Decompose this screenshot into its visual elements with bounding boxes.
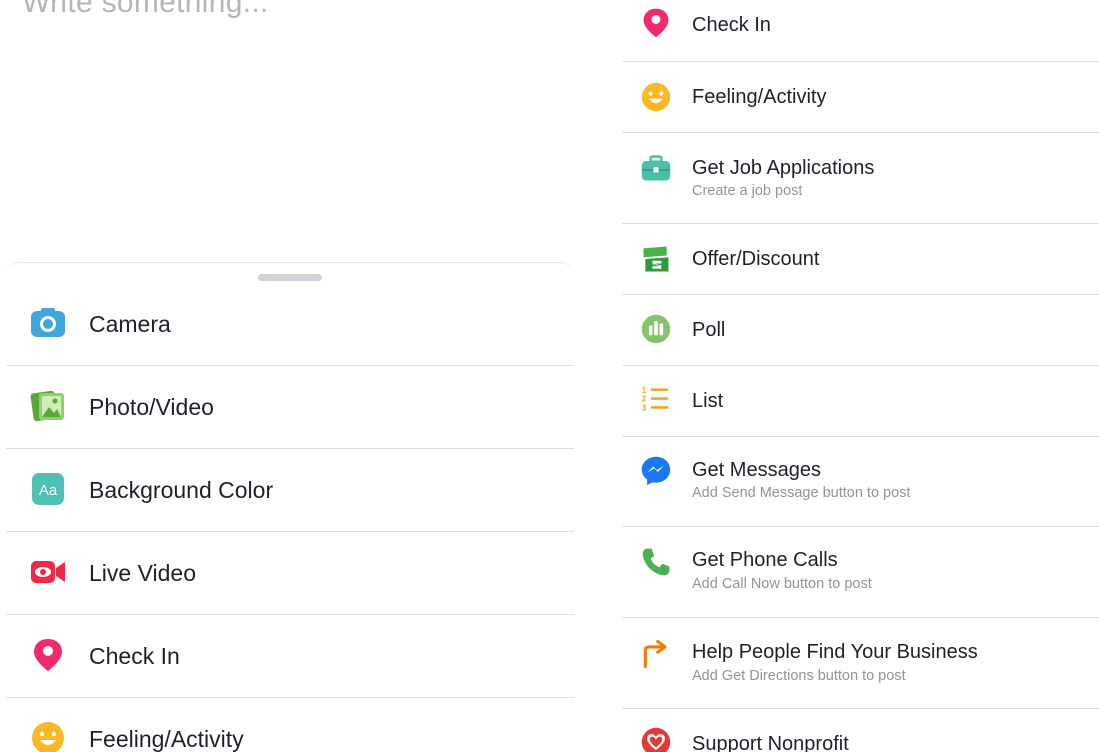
svg-text:1: 1 [642,386,647,395]
briefcase-icon [640,153,672,185]
option-label: Check In [692,14,771,36]
option-sublabel: Create a job post [692,183,803,199]
option-label: Support Nonprofit [692,733,849,752]
messenger-icon [640,455,672,487]
offer-tag-icon [640,243,672,275]
option-label: Camera [89,311,171,337]
option-label: Get Phone Calls [692,549,838,571]
option-label: Poll [692,319,726,341]
option-label: Get Messages [692,459,821,481]
option-label: Check In [89,643,180,669]
feeling-activity-icon [640,81,672,113]
check-in-icon [640,7,672,39]
option-poll[interactable]: Poll [622,295,1099,366]
post-options-full-list: Check In Feeling/Activity Get Job Applic… [622,0,1099,752]
svg-text:2: 2 [642,395,647,404]
sheet-grabber-handle[interactable] [258,274,322,281]
post-options-sheet: Camera Photo/Video Aa Background Color L… [6,262,574,752]
composer-input[interactable]: Write something... [22,0,269,20]
option-live-video[interactable]: Live Video [6,532,574,615]
option-label: Feeling/Activity [692,86,827,108]
option-offer-discount[interactable]: Offer/Discount [622,224,1099,295]
option-feeling-activity[interactable]: Feeling/Activity [6,698,574,752]
photo-video-icon [30,388,66,424]
option-get-messages[interactable]: Get Messages Add Send Message button to … [622,437,1099,527]
option-support-nonprofit[interactable]: Support Nonprofit [622,709,1099,752]
phone-icon [640,546,672,578]
option-label: Feeling/Activity [89,726,244,752]
nonprofit-heart-icon [640,726,672,752]
post-options-list: Camera Photo/Video Aa Background Color L… [6,283,574,752]
composer-panel: Write something... Camera Photo/Video Aa… [0,0,580,752]
background-color-icon: Aa [30,471,66,507]
svg-text:Aa: Aa [39,482,58,499]
option-get-job-applications[interactable]: Get Job Applications Create a job post [622,133,1099,224]
option-check-in[interactable]: Check In [6,615,574,698]
option-label: Live Video [89,560,196,586]
feeling-activity-icon [30,720,66,752]
option-sublabel: Add Send Message button to post [692,485,911,501]
option-sublabel: Add Get Directions button to post [692,668,906,684]
option-get-phone-calls[interactable]: Get Phone Calls Add Call Now button to p… [622,527,1099,618]
option-background-color[interactable]: Aa Background Color [6,449,574,532]
option-feeling-activity[interactable]: Feeling/Activity [622,62,1099,133]
option-label: Offer/Discount [692,248,820,270]
live-video-icon [30,554,66,590]
svg-text:3: 3 [642,404,647,413]
option-label: Help People Find Your Business [692,641,978,663]
camera-icon [30,305,66,341]
option-label: Photo/Video [89,394,214,420]
option-label: Background Color [89,477,274,503]
option-list[interactable]: 1 2 3 List [622,366,1099,437]
option-check-in[interactable]: Check In [622,0,1099,62]
option-label: List [692,390,724,412]
option-sublabel: Add Call Now button to post [692,576,872,592]
numbered-list-icon: 1 2 3 [640,383,672,415]
option-camera[interactable]: Camera [6,283,574,366]
directions-arrow-icon [640,638,672,670]
option-photo-video[interactable]: Photo/Video [6,366,574,449]
check-in-icon [30,637,66,673]
poll-icon [640,313,672,345]
option-help-find-business[interactable]: Help People Find Your Business Add Get D… [622,618,1099,709]
option-label: Get Job Applications [692,157,875,179]
